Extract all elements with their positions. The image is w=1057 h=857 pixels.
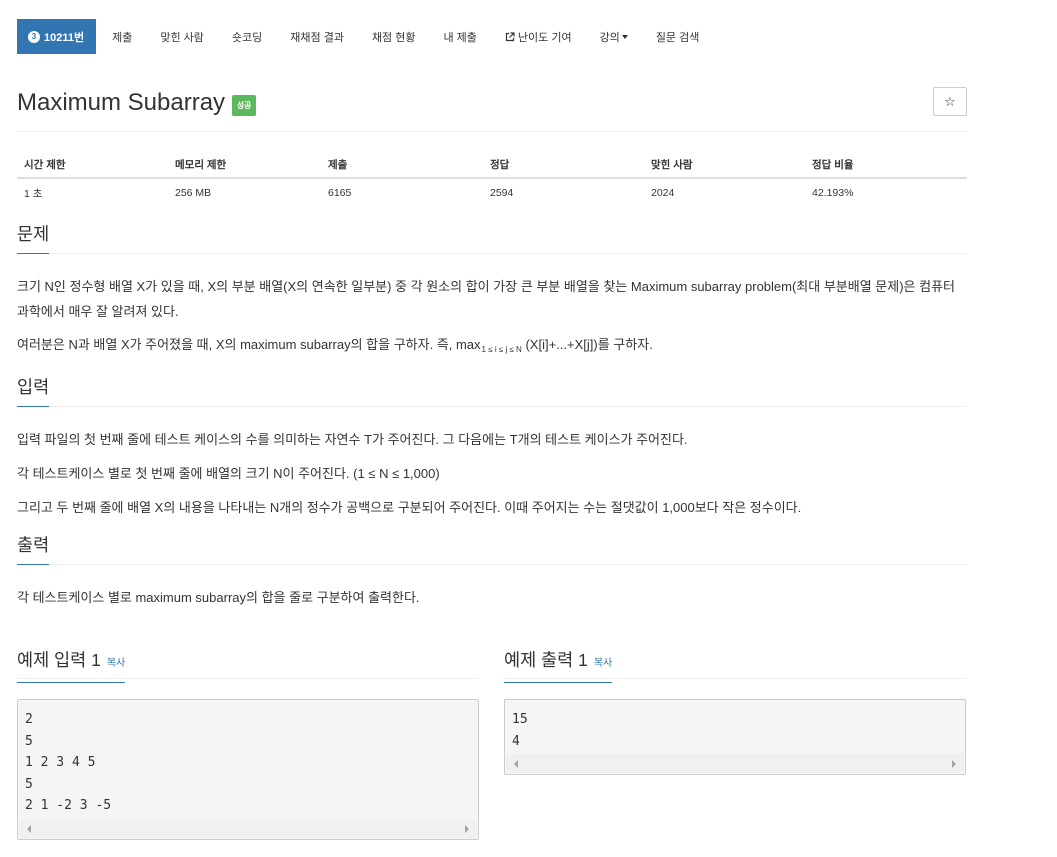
solved-users-value: 2024 <box>651 187 675 199</box>
problem-paragraph-2-text: 여러분은 N과 배열 X가 주어졌을 때, X의 maximum subarra… <box>17 337 481 352</box>
nav-solved-users[interactable]: 맞힌 사람 <box>146 19 218 54</box>
scroll-right-icon[interactable] <box>952 760 956 768</box>
external-link-icon <box>505 31 515 42</box>
nav-submit[interactable]: 제출 <box>98 19 146 54</box>
sample-input-header: 예제 입력 1 복사 <box>17 648 479 683</box>
copy-sample-output-button[interactable]: 복사 <box>594 658 612 669</box>
difficulty-contribution-label: 난이도 기여 <box>517 31 572 44</box>
problem-paragraph-1: 크기 N인 정수형 배열 X가 있을 때, X의 부분 배열(X의 연속한 일부… <box>17 279 955 319</box>
nav-lecture-dropdown[interactable]: 강의 <box>586 19 642 54</box>
header-memory-limit: 메모리 제한 <box>168 151 321 179</box>
header-submissions: 제출 <box>321 151 483 179</box>
header-solved-users: 맞힌 사람 <box>644 151 805 179</box>
problem-description-section: 문제 크기 N인 정수형 배열 X가 있을 때, X의 부분 배열(X의 연속한… <box>17 221 967 362</box>
input-paragraph-1: 입력 파일의 첫 번째 줄에 테스트 케이스의 수를 의미하는 자연수 T가 주… <box>17 432 688 447</box>
nav-judge-status[interactable]: 채점 현황 <box>358 19 430 54</box>
header-accepted: 정답 <box>483 151 644 179</box>
lecture-label: 강의 <box>599 31 620 44</box>
header-accept-ratio: 정답 비율 <box>805 151 967 179</box>
accepted-value: 2594 <box>490 187 514 199</box>
input-paragraph-3: 그리고 두 번째 줄에 배열 X의 내용을 나타내는 N개의 정수가 공백으로 … <box>17 500 802 515</box>
nav-short-coding[interactable]: 숏코딩 <box>218 19 276 54</box>
sample-output-box[interactable]: 15 4 <box>504 699 966 775</box>
tier-badge-icon: 3 <box>28 30 40 43</box>
problem-title: Maximum Subarray <box>17 89 226 116</box>
output-paragraph-1: 각 테스트케이스 별로 maximum subarray의 합을 줄로 구분하여… <box>17 590 420 605</box>
input-section-title: 입력 <box>17 374 50 407</box>
sample-input-code: 2 5 1 2 3 4 5 5 2 1 -2 3 -5 <box>25 712 112 813</box>
nav-problem-id[interactable]: 3 10211번 <box>17 19 97 54</box>
sample-input-title-text: 예제 입력 1 <box>17 650 101 670</box>
scroll-left-icon[interactable] <box>27 824 31 833</box>
range-subscript: 1 ≤ i ≤ j ≤ N <box>481 345 522 354</box>
nav-difficulty-contribution[interactable]: 난이도 기여 <box>491 19 586 54</box>
sample-input-panel: 예제 입력 1 복사 2 5 1 2 3 4 5 5 2 1 -2 3 -5 <box>17 648 479 840</box>
sample-output-header: 예제 출력 1 복사 <box>504 648 966 683</box>
horizontal-scrollbar[interactable] <box>506 754 964 773</box>
section-header: 입력 <box>17 374 967 407</box>
submissions-value: 6165 <box>328 187 352 199</box>
problem-section-title: 문제 <box>17 221 50 254</box>
input-section: 입력 입력 파일의 첫 번째 줄에 테스트 케이스의 수를 의미하는 자연수 T… <box>17 374 967 520</box>
sample-input-title: 예제 입력 1 복사 <box>17 648 126 683</box>
nav-question-search[interactable]: 질문 검색 <box>642 19 714 54</box>
sample-output-code: 15 4 <box>512 712 528 749</box>
problem-info-table: 시간 제한 메모리 제한 제출 정답 맞힌 사람 정답 비율 1 초 256 M… <box>17 151 967 207</box>
accept-ratio-value: 42.193% <box>812 187 854 199</box>
output-section-title: 출력 <box>17 532 50 565</box>
scroll-right-icon[interactable] <box>465 824 469 833</box>
sample-output-title: 예제 출력 1 복사 <box>504 648 613 683</box>
title-row: Maximum Subarray 성공 ☆ <box>17 87 967 132</box>
caret-down-icon <box>621 34 628 39</box>
table-row: 1 초 256 MB 6165 2594 2024 42.193% <box>17 178 967 207</box>
problem-paragraph-2: 여러분은 N과 배열 X가 주어졌을 때, X의 maximum subarra… <box>17 332 967 362</box>
sample-input-box[interactable]: 2 5 1 2 3 4 5 5 2 1 -2 3 -5 <box>17 699 479 840</box>
sample-output-title-text: 예제 출력 1 <box>504 650 588 670</box>
problem-nav: 3 10211번 제출 맞힌 사람 숏코딩 재채점 결과 채점 현황 내 제출 … <box>17 19 967 54</box>
solved-status-badge: 성공 <box>231 95 257 116</box>
header-time-limit: 시간 제한 <box>17 151 168 179</box>
section-header: 출력 <box>17 532 967 565</box>
memory-limit-value: 256 MB <box>175 187 212 199</box>
nav-my-submissions[interactable]: 내 제출 <box>429 19 490 54</box>
star-icon: ☆ <box>944 93 956 109</box>
input-paragraph-2: 각 테스트케이스 별로 첫 번째 줄에 배열의 크기 N이 주어진다. (1 ≤… <box>17 466 440 481</box>
horizontal-scrollbar[interactable] <box>19 818 477 838</box>
problem-id-label: 10211번 <box>44 31 85 44</box>
sample-output-panel: 예제 출력 1 복사 15 4 <box>504 648 966 775</box>
table-header-row: 시간 제한 메모리 제한 제출 정답 맞힌 사람 정답 비율 <box>17 151 967 179</box>
star-button[interactable]: ☆ <box>933 87 967 116</box>
problem-paragraph-2-tail: (X[i]+...+X[j])를 구하자. <box>521 337 653 352</box>
time-limit-value: 1 초 <box>24 187 43 200</box>
scroll-left-icon[interactable] <box>514 760 518 768</box>
section-header: 문제 <box>17 221 967 254</box>
nav-rejudge-results[interactable]: 재채점 결과 <box>276 19 358 54</box>
copy-sample-input-button[interactable]: 복사 <box>107 658 125 669</box>
output-section: 출력 각 테스트케이스 별로 maximum subarray의 합을 줄로 구… <box>17 532 967 610</box>
